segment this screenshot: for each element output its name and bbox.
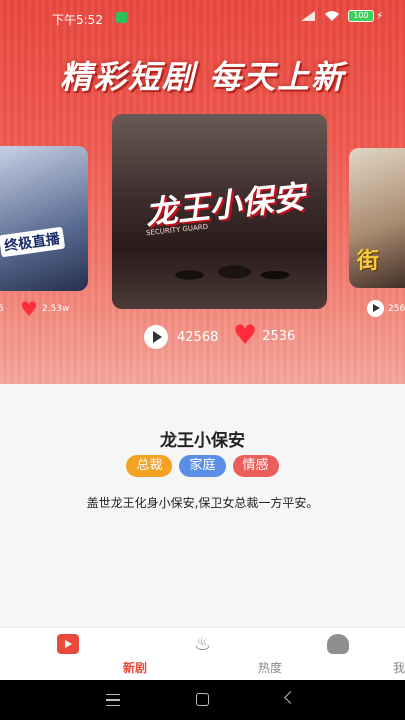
drama-detail: 龙王小保安 总裁 家庭 情感 盖世龙王化身小保安,保卫女总裁一方平安。 xyxy=(0,384,405,627)
user-icon xyxy=(326,634,349,654)
poster-right-art-text: 街 xyxy=(357,249,380,274)
poster-main-plays-count: 42568 xyxy=(177,329,219,345)
nav-item-hot[interactable]: ♨ 热度 xyxy=(135,628,282,680)
flame-icon: ♨ xyxy=(193,633,212,655)
poster-left-art-text: 终极直播 xyxy=(0,226,66,258)
poster-main-plays: 42568 xyxy=(144,325,218,349)
play-icon[interactable] xyxy=(144,325,168,349)
poster-main[interactable]: 龙王小保安 SECURITY GUARD xyxy=(112,114,327,309)
poster-main-figures xyxy=(152,239,302,299)
nav-item-label: 我的 xyxy=(392,661,405,675)
back-icon[interactable] xyxy=(284,691,297,704)
drama-description: 盖世龙王化身小保安,保卫女总裁一方平安。 xyxy=(86,496,319,510)
charging-icon: ⚡ xyxy=(375,10,383,22)
status-time: 下午5:52 xyxy=(52,13,103,27)
poster-main-art-text: 龙王小保安 xyxy=(143,177,307,233)
battery-level: 100 xyxy=(347,10,374,22)
poster-right-plays: 256 xyxy=(367,300,405,317)
poster-main-likes-count: 2536 xyxy=(262,328,296,344)
bottom-nav: 新剧 ♨ 热度 我的 xyxy=(0,627,405,680)
nav-item-mine[interactable]: 我的 xyxy=(270,628,405,680)
system-nav-bar xyxy=(0,680,405,720)
video-icon xyxy=(56,634,79,654)
poster-right[interactable]: 街 xyxy=(349,148,405,288)
tag-pill[interactable]: 总裁 xyxy=(126,455,173,477)
poster-left[interactable]: 终极直播 xyxy=(0,146,88,291)
tag-pill[interactable]: 家庭 xyxy=(179,455,226,477)
poster-left-likes: ♥ 2.53w xyxy=(20,297,70,321)
poster-left-plays-count: 5 xyxy=(0,304,4,314)
status-bar: 下午5:52 100 ⚡ xyxy=(0,0,405,36)
poster-left-plays: 5 xyxy=(0,304,4,314)
drama-tags: 总裁 家庭 情感 xyxy=(0,455,405,477)
sim-icon xyxy=(116,12,127,23)
signal-icon xyxy=(300,10,316,22)
drama-title: 龙王小保安 xyxy=(160,431,245,451)
tag-pill[interactable]: 情感 xyxy=(232,455,279,477)
nav-item-new[interactable]: 新剧 xyxy=(0,628,147,680)
menu-icon[interactable] xyxy=(106,694,120,706)
heart-icon[interactable]: ♥ xyxy=(233,322,257,349)
home-icon[interactable] xyxy=(196,693,209,706)
battery-icon: 100 ⚡ xyxy=(347,10,383,22)
poster-left-likes-count: 2.53w xyxy=(41,304,70,314)
poster-main-likes: ♥ 2536 xyxy=(233,322,296,349)
heart-icon: ♥ xyxy=(20,297,38,321)
wifi-icon xyxy=(324,10,340,22)
poster-right-plays-count: 256 xyxy=(388,303,405,314)
hero-headline: 精彩短剧 每天上新 xyxy=(59,58,346,96)
play-icon[interactable] xyxy=(367,300,384,317)
